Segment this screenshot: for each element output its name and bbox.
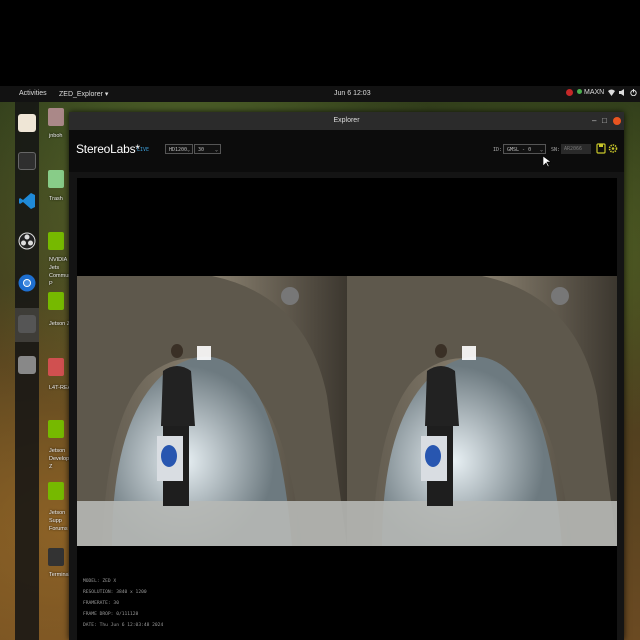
power-mode-label: MAXN (584, 89, 605, 96)
editor-icon[interactable] (18, 315, 36, 333)
gear-icon[interactable] (608, 143, 618, 154)
info-line: RESOLUTION: 3840 x 1200 (83, 590, 147, 595)
record-indicator-icon[interactable] (566, 89, 573, 96)
trash-icon[interactable] (48, 170, 64, 188)
camera-info-panel: MODEL: ZED X RESOLUTION: 3840 x 1200 FRA… (83, 576, 163, 631)
desktop-icon-label: Terminal (49, 572, 70, 578)
chevron-down-icon: ⌄ (539, 147, 543, 153)
brand-logo: StereoLabs* (76, 142, 140, 156)
vscode-icon[interactable] (18, 192, 36, 210)
desktop-icon-label: jnboh (49, 133, 63, 139)
live-indicator: LIVE (137, 147, 150, 153)
info-line: FRAME DROP: 0/111128 (83, 612, 139, 617)
nvidia-icon[interactable] (48, 482, 64, 500)
desktop-icons: jnboh Trash NVIDIA Jets Community P Jets… (40, 102, 80, 640)
volume-icon[interactable] (619, 89, 626, 96)
nvidia-icon[interactable] (48, 420, 64, 438)
resolution-select[interactable]: HD1200 ⌄ (165, 144, 193, 154)
system-tray[interactable]: MAXN (566, 89, 637, 96)
files-icon[interactable] (18, 114, 36, 132)
chevron-down-icon: ⌄ (186, 147, 190, 153)
left-camera-view[interactable] (77, 276, 347, 546)
obs-icon[interactable] (18, 232, 36, 250)
explorer-window: Explorer – □ StereoLabs* LIVE HD1200 ⌄ 3… (69, 112, 624, 640)
camera-id-value: GMSL - 0 (507, 147, 532, 153)
system-top-bar: Activities ZED_Explorer ▾ Jun 6 12:03 MA… (0, 86, 640, 102)
chromium-icon[interactable] (18, 274, 36, 292)
info-line: MODEL: ZED X (83, 579, 117, 584)
minimize-button[interactable]: – (592, 116, 596, 126)
serial-number-field: AR2066 (561, 144, 591, 154)
power-icon[interactable] (630, 89, 637, 96)
id-label: ID: (493, 147, 503, 153)
terminal-icon[interactable] (48, 548, 64, 566)
camera-id-select[interactable]: GMSL - 0 ⌄ (503, 144, 546, 154)
save-icon[interactable] (596, 143, 606, 154)
mouse-cursor-icon (543, 156, 551, 168)
close-button[interactable] (613, 117, 621, 125)
terminal-icon[interactable] (18, 152, 36, 170)
nvidia-icon[interactable] (48, 232, 64, 250)
chevron-down-icon: ⌄ (214, 147, 218, 153)
info-line: FRAMERATE: 30 (83, 601, 119, 606)
right-camera-view[interactable] (347, 276, 617, 546)
home-folder-icon[interactable] (48, 108, 64, 126)
activities-button[interactable]: Activities (19, 90, 47, 97)
fps-select[interactable]: 30 ⌄ (194, 144, 221, 154)
info-line: DATE: Thu Jun 6 12:03:48 2024 (83, 623, 164, 628)
resolution-value: HD1200 (169, 147, 188, 153)
maximize-button[interactable]: □ (602, 116, 607, 126)
network-icon[interactable] (608, 89, 616, 96)
window-title: Explorer (333, 117, 360, 124)
nvidia-icon[interactable] (48, 292, 64, 310)
dock (15, 102, 39, 640)
clock[interactable]: Jun 6 12:03 (334, 90, 371, 97)
app-menu[interactable]: ZED_Explorer ▾ (59, 90, 108, 98)
desktop-icon-label: Trash (49, 196, 63, 202)
drive-icon[interactable] (18, 356, 36, 374)
window-titlebar[interactable]: Explorer – □ (69, 112, 624, 130)
folder-icon[interactable] (48, 358, 64, 376)
explorer-toolbar: StereoLabs* LIVE HD1200 ⌄ 30 ⌄ ID: GMSL … (69, 130, 624, 172)
power-mode-indicator[interactable]: MAXN (577, 89, 604, 96)
sn-label: SN: (551, 147, 561, 153)
camera-viewer: MODEL: ZED X RESOLUTION: 3840 x 1200 FRA… (77, 178, 617, 640)
fps-value: 30 (198, 147, 205, 153)
status-dot-icon (577, 89, 582, 94)
